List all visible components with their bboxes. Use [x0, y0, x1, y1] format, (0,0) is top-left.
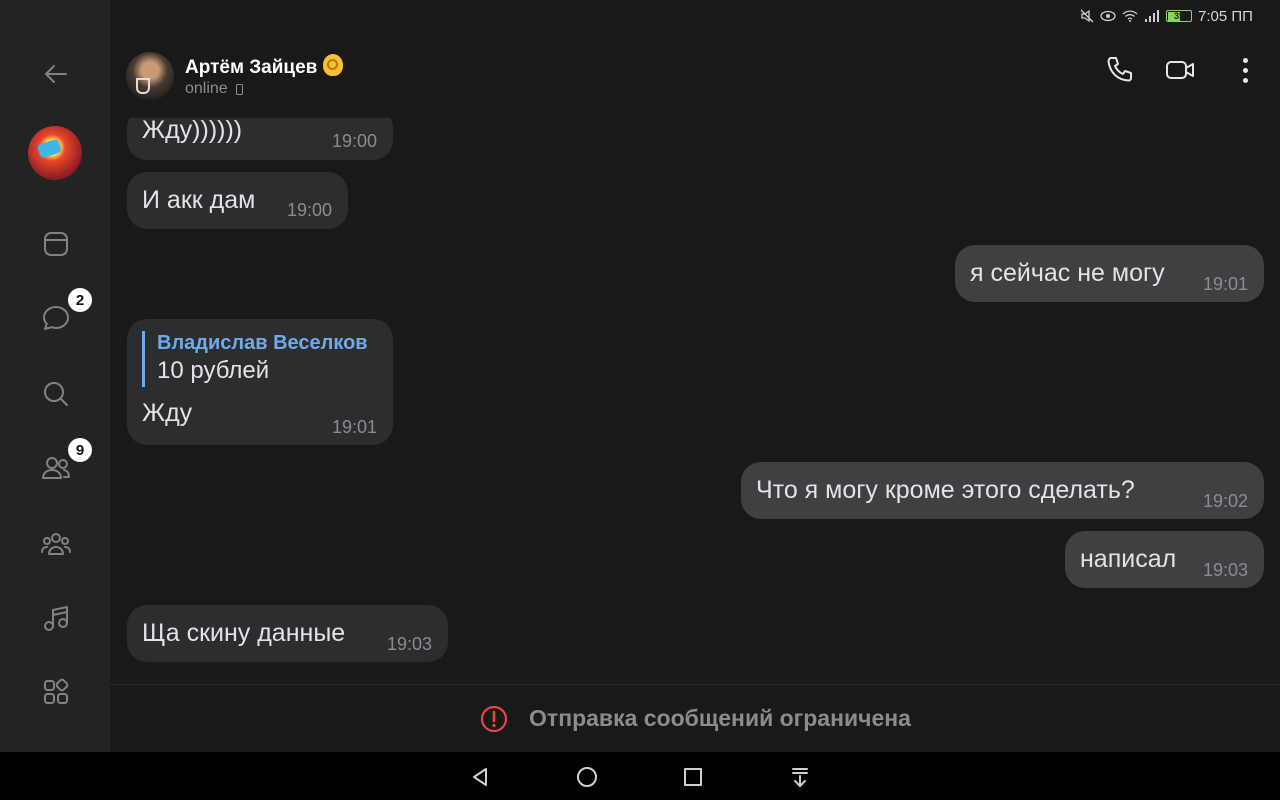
- message-text: написал: [1080, 545, 1177, 573]
- message-bubble-incoming[interactable]: И акк дам 19:00: [127, 172, 348, 229]
- message-text: Жду)))))): [142, 118, 243, 144]
- nav-back-button[interactable]: [465, 762, 495, 792]
- message-bubble-outgoing[interactable]: я сейчас не могу 19:01: [955, 245, 1264, 302]
- triangle-back-icon: [473, 768, 487, 786]
- signal-icon: [1145, 10, 1159, 22]
- message-text: И акк дам: [142, 186, 256, 214]
- nav-notifications-button[interactable]: [785, 762, 815, 792]
- nav-recents-button[interactable]: [678, 762, 708, 792]
- message-text: Жду: [142, 399, 193, 427]
- contact-status: online: [185, 80, 243, 98]
- message-bubble-incoming[interactable]: Ща скину данные 19:03: [127, 605, 448, 662]
- back-button[interactable]: [30, 48, 82, 100]
- message-text: я сейчас не могу: [970, 259, 1165, 287]
- news-feed-button[interactable]: [30, 218, 82, 270]
- music-button[interactable]: [30, 592, 82, 644]
- message-time: 19:02: [1202, 491, 1248, 511]
- square-recents-icon: [684, 768, 702, 786]
- message-text: Что я могу кроме этого сделать?: [756, 476, 1135, 504]
- message-bubble-outgoing[interactable]: написал 19:03: [1065, 531, 1264, 588]
- messages-badge: 2: [66, 286, 94, 314]
- search-icon: [44, 382, 68, 406]
- mute-icon: [1080, 9, 1094, 23]
- restriction-text: Отправка сообщений ограничена: [529, 705, 911, 731]
- message-time: 19:00: [286, 200, 332, 220]
- ok-hand-icon: [323, 54, 344, 76]
- services-icon: [44, 678, 69, 704]
- phone-icon: [1107, 57, 1132, 82]
- sending-restricted-banner: Отправка сообщений ограничена: [110, 684, 1280, 752]
- pull-down-notifications-icon: [792, 768, 808, 787]
- services-button[interactable]: [30, 666, 82, 718]
- message-time: 19:01: [1202, 274, 1248, 294]
- chat-header: Артём Зайцев online: [110, 30, 1280, 118]
- message-bubble-incoming[interactable]: Жду)))))) 19:00: [127, 118, 393, 160]
- reply-quote[interactable]: Владислав Веселков 10 рублей: [142, 331, 368, 387]
- kebab-menu-icon: [1242, 57, 1248, 83]
- communities-button[interactable]: [30, 518, 82, 570]
- system-status-bar: 35 7:05 ПП: [1080, 6, 1253, 26]
- video-call-button[interactable]: [1160, 50, 1200, 90]
- friends-badge: 9: [66, 436, 94, 464]
- eye-comfort-icon: [1100, 10, 1116, 22]
- message-time: 19:00: [331, 131, 377, 151]
- message-time: 19:01: [331, 417, 377, 437]
- warning-icon: [480, 705, 508, 732]
- back-arrow-icon: [45, 65, 67, 83]
- message-bubble-outgoing[interactable]: Что я могу кроме этого сделать? 19:02: [741, 462, 1264, 519]
- search-button[interactable]: [30, 368, 82, 420]
- music-icon: [44, 606, 68, 631]
- online-status: online: [185, 80, 228, 97]
- side-navigation: 2 9: [0, 0, 110, 752]
- circle-home-icon: [577, 767, 597, 787]
- message-time: 19:03: [1202, 560, 1248, 580]
- reply-author: Владислав Веселков: [157, 332, 368, 354]
- mobile-device-icon: [235, 83, 243, 95]
- more-options-button[interactable]: [1225, 50, 1265, 90]
- video-camera-icon: [1166, 61, 1194, 79]
- contact-name: Артём Зайцев: [185, 57, 318, 78]
- reply-text: 10 рублей: [157, 357, 270, 384]
- contact-avatar[interactable]: [126, 52, 174, 100]
- contact-name-row[interactable]: Артём Зайцев: [185, 54, 344, 79]
- message-bubble-incoming[interactable]: Владислав Веселков 10 рублей Жду 19:01: [127, 319, 393, 445]
- communities-icon: [41, 533, 71, 555]
- system-navigation-bar: [0, 752, 1280, 800]
- nav-home-button[interactable]: [572, 762, 602, 792]
- messenger-window: 35 7:05 ПП 2 9 Артём Зайцев online Жду))…: [0, 0, 1280, 800]
- battery-icon: 35: [1166, 10, 1192, 22]
- message-time: 19:03: [386, 634, 432, 654]
- call-button[interactable]: [1100, 50, 1140, 90]
- status-time: 7:05 ПП: [1198, 7, 1253, 25]
- wifi-icon: [1122, 10, 1138, 22]
- news-feed-icon: [44, 232, 68, 256]
- profile-avatar[interactable]: [28, 126, 82, 180]
- message-list[interactable]: Жду)))))) 19:00 И акк дам 19:00 я сейчас…: [110, 118, 1280, 684]
- message-text: Ща скину данные: [142, 619, 346, 647]
